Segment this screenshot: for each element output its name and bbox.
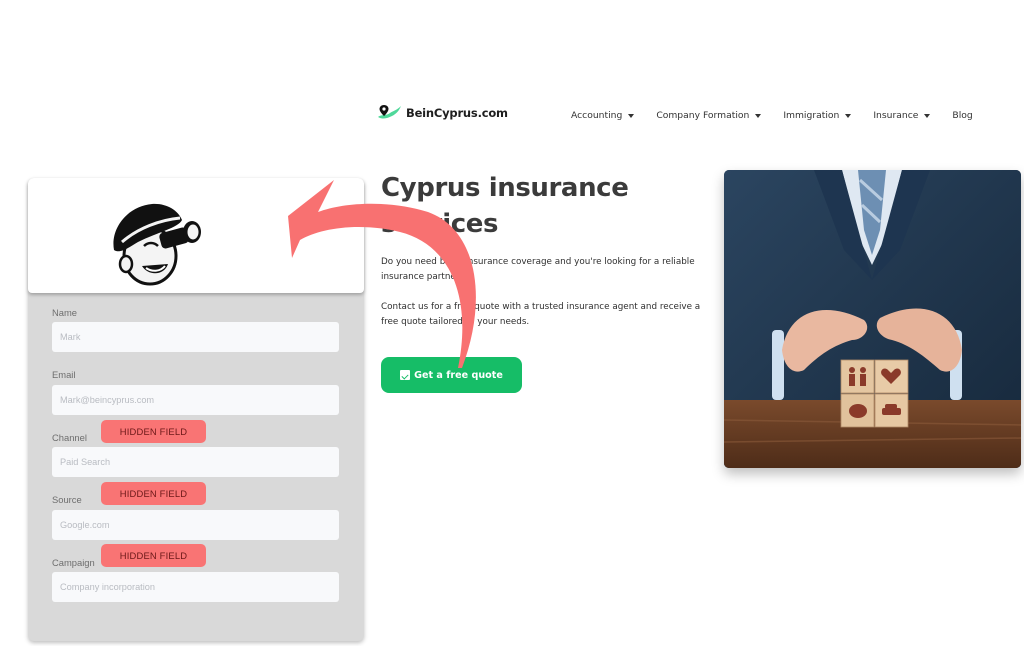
nav-item-insurance[interactable]: Insurance [873,110,931,121]
nav-item-company-formation[interactable]: Company Formation [656,110,762,121]
name-label: Name [52,307,78,318]
email-label: Email [52,369,76,380]
campaign-input[interactable] [52,572,339,602]
channel-input[interactable] [52,447,339,477]
nav-item-blog[interactable]: Blog [952,110,972,121]
site-logo[interactable]: BeinCyprus.com [376,104,508,122]
cyprus-map-pin-icon [378,105,401,119]
hidden-field-badge: HIDDEN FIELD [101,420,206,443]
hero-paragraph: Do you need basic insurance coverage and… [381,257,695,282]
page-title: Cyprus insurance services [381,173,629,239]
nav-item-immigration[interactable]: Immigration [783,110,852,121]
hidden-field-badge: HIDDEN FIELD [101,482,206,505]
main-nav: Accounting Company Formation Immigration… [571,110,995,121]
insurance-businessman-image [724,170,1021,468]
calendar-check-icon [400,370,411,380]
hero-paragraph: Contact us for a free quote with a trust… [381,302,701,327]
cta-label: Get a free quote [414,369,503,381]
nav-item-accounting[interactable]: Accounting [571,110,635,121]
form-header [28,178,364,293]
campaign-label: Campaign [52,557,95,568]
source-label: Source [52,494,82,505]
mailchimp-freddie-icon [113,203,201,286]
name-input[interactable] [52,322,339,352]
caret-down-icon [628,113,635,118]
caret-down-icon [755,113,762,118]
nav-label: Insurance [873,110,919,121]
get-free-quote-button[interactable]: Get a free quote [381,357,522,393]
source-input[interactable] [52,510,339,540]
signup-form-card: Name Email Channel HIDDEN FIELD Source H… [28,178,364,641]
hidden-field-badge: HIDDEN FIELD [101,544,206,567]
nav-label: Accounting [571,110,623,121]
nav-label: Blog [952,110,973,121]
logo-text: BeinCyprus.com [406,106,508,120]
nav-label: Company Formation [656,110,750,121]
caret-down-icon [845,113,852,118]
email-input[interactable] [52,385,339,415]
caret-down-icon [924,113,931,118]
channel-label: Channel [52,432,87,443]
hero-image [724,170,1021,468]
nav-label: Immigration [783,110,840,121]
